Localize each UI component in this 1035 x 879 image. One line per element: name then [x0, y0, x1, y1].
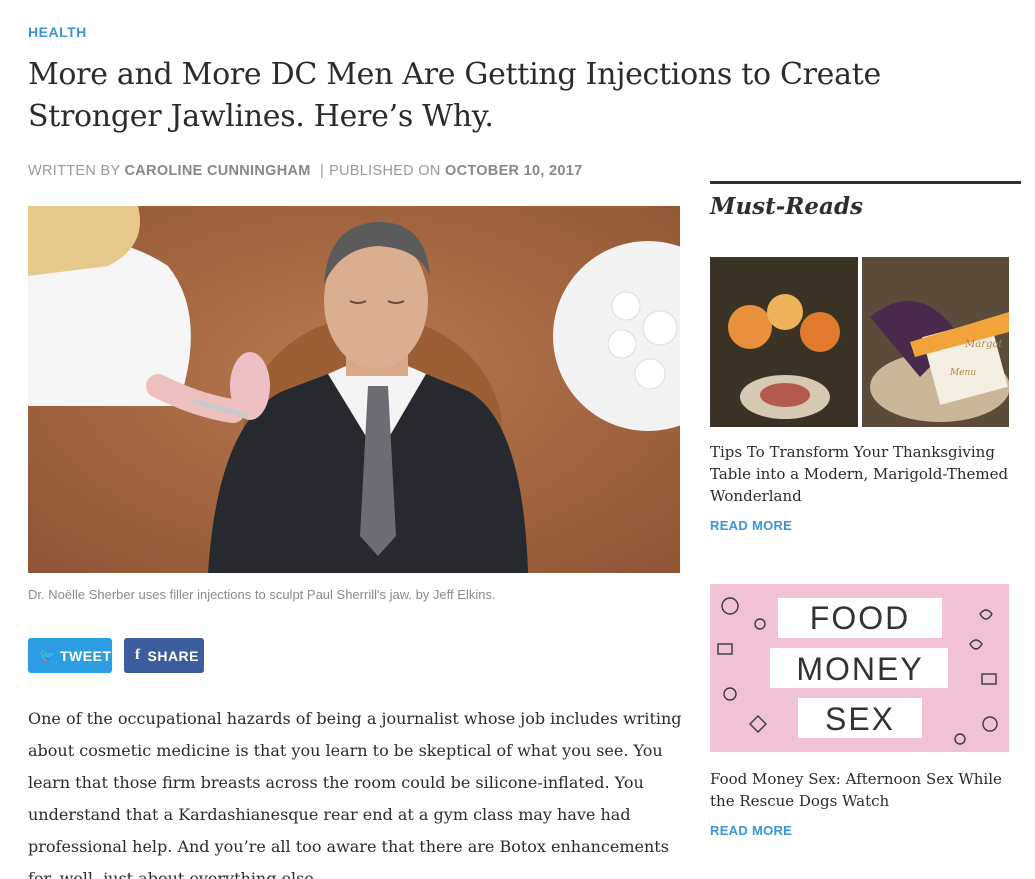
article-hero-image [28, 206, 680, 573]
facebook-f-icon: f [135, 647, 141, 663]
article-headline: More and More DC Men Are Getting Injecti… [28, 57, 881, 134]
place-card-name-text: Margot [964, 339, 1003, 350]
byline: WRITTEN BY CAROLINE CUNNINGHAM | PUBLISHE… [28, 163, 583, 179]
thanksgiving-table-image[interactable]: Margot Menu [710, 257, 1009, 427]
image-text-money: MONEY [796, 651, 923, 687]
category-link[interactable]: HEALTH [28, 24, 87, 40]
menu-card-text: Menu [949, 368, 976, 378]
byline-separator: | [319, 163, 325, 179]
image-text-food: FOOD [810, 600, 910, 636]
tweet-button[interactable]: 🐦 TWEET [28, 638, 112, 673]
must-read-title-1[interactable]: Tips To Transform Your Thanksgiving Tabl… [710, 441, 1010, 507]
published-label: PUBLISHED ON [329, 163, 441, 179]
must-read-title-2[interactable]: Food Money Sex: Afternoon Sex While the … [710, 768, 1010, 812]
written-by-label: WRITTEN BY [28, 163, 121, 179]
article-body-paragraph: One of the occupational hazards of being… [28, 709, 682, 879]
food-money-sex-image[interactable]: FOOD MONEY SEX [710, 584, 1009, 752]
publish-date: OCTOBER 10, 2017 [444, 163, 583, 179]
author-name[interactable]: CAROLINE CUNNINGHAM [125, 163, 311, 179]
twitter-bird-icon: 🐦 [39, 647, 56, 663]
sidebar-divider [710, 181, 1021, 184]
read-more-link-1[interactable]: READ MORE [710, 518, 792, 533]
tweet-label: TWEET [60, 647, 112, 664]
read-more-link-2[interactable]: READ MORE [710, 823, 792, 838]
share-label: SHARE [147, 647, 200, 664]
image-caption: Dr. Noëlle Sherber uses filler injection… [28, 587, 496, 602]
image-text-sex: SEX [825, 701, 895, 737]
facebook-share-button[interactable]: f SHARE [124, 638, 204, 673]
sidebar-title: Must-Reads [710, 193, 863, 220]
